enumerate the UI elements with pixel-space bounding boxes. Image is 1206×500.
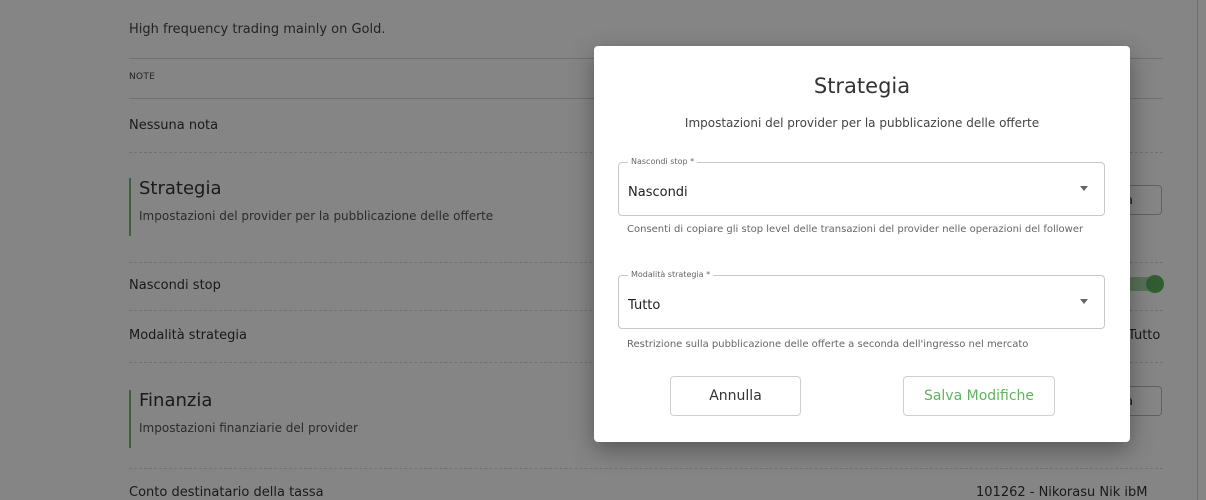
dialog-subtitle: Impostazioni del provider per la pubblic… [684, 116, 1040, 130]
hide-stop-select-value: Nascondi [628, 185, 688, 200]
hide-stop-helper-text: Consenti di copiare gli stop level delle… [627, 224, 1084, 235]
chevron-down-icon[interactable] [1080, 186, 1088, 191]
strategy-mode-helper-text: Restrizione sulla pubblicazione delle of… [627, 339, 1029, 350]
dialog-title: Strategia [813, 74, 911, 98]
hide-stop-select-label: Nascondi stop * [628, 157, 698, 167]
chevron-down-icon[interactable] [1080, 299, 1088, 304]
strategy-mode-select-value: Tutto [628, 298, 661, 313]
cancel-button[interactable]: Annulla [670, 376, 801, 416]
strategy-dialog: Strategia Impostazioni del provider per … [594, 46, 1130, 442]
save-changes-button[interactable]: Salva Modifiche [903, 376, 1055, 416]
hide-stop-select[interactable]: Nascondi stop * Nascondi [618, 157, 1105, 216]
strategy-mode-select[interactable]: Modalità strategia * Tutto [618, 270, 1105, 329]
strategy-mode-select-label: Modalità strategia * [628, 270, 714, 280]
